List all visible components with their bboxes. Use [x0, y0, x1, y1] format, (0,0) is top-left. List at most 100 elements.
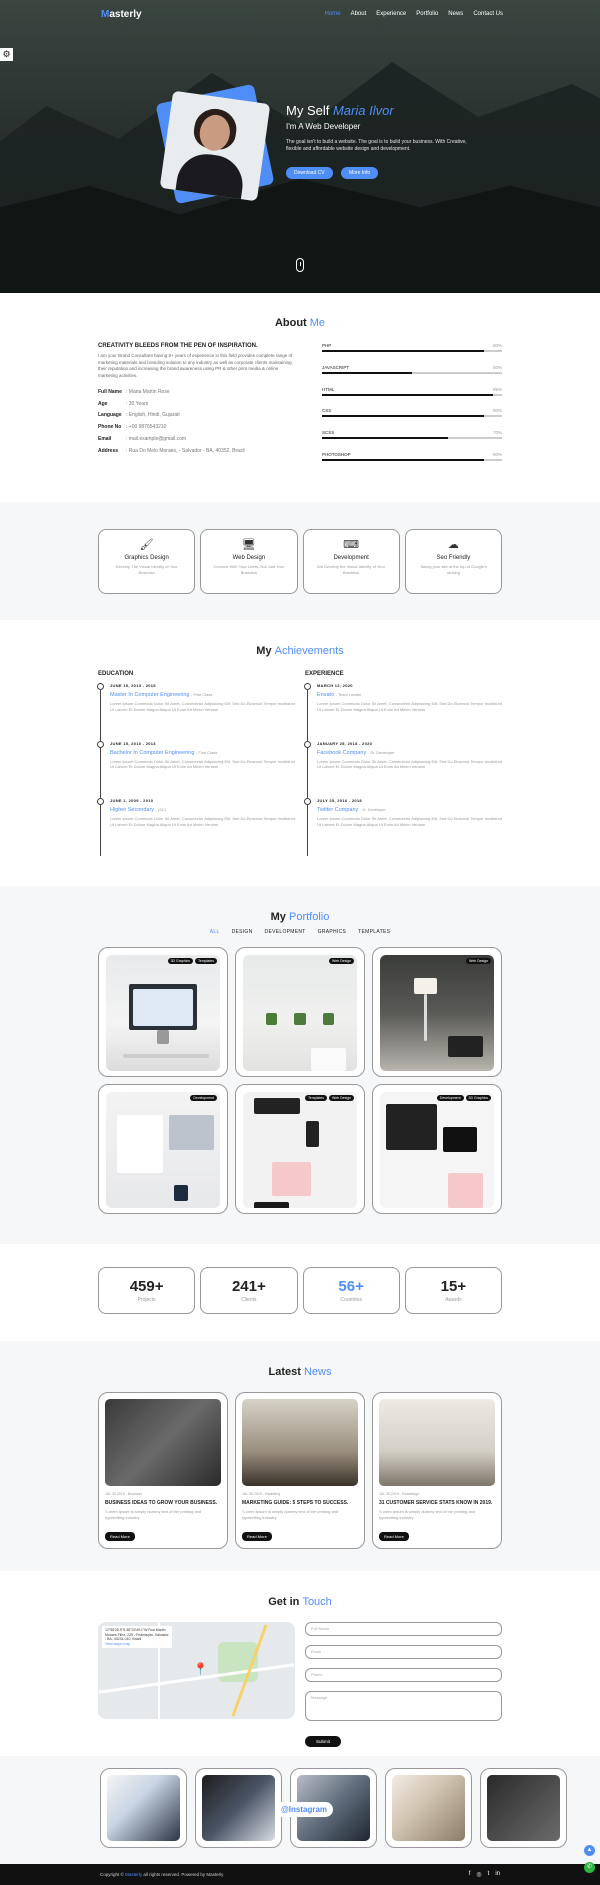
portfolio-card[interactable]: 3D Graphics Templates [98, 947, 228, 1077]
filter-all[interactable]: ALL [210, 929, 220, 935]
full-name-field[interactable]: Full Name [305, 1622, 502, 1636]
portfolio-tag[interactable]: Development [436, 1095, 464, 1101]
image-element [305, 1121, 320, 1147]
phone-field[interactable]: Phone [305, 1668, 502, 1682]
email-field[interactable]: Email [305, 1645, 502, 1659]
skill-name: HTML [322, 386, 335, 392]
seo-friendly-icon: ☁ [447, 539, 459, 551]
timeline-date: JULY 25, 2016 - 2018 [317, 798, 362, 803]
timeline-item: JULY 25, 2016 - 2018 Twitter Company - Jr… [304, 798, 502, 856]
portfolio-tag[interactable]: Web Design [328, 1095, 354, 1101]
news-title[interactable]: 31 CUSTOMER SERVICE STATS KNOW IN 2019. [379, 1500, 495, 1506]
filter-development[interactable]: DEVELOPMENT [265, 929, 306, 935]
nav-portfolio[interactable]: Portfolio [416, 11, 438, 17]
skill-row: PHP 90% [322, 343, 502, 348]
read-more-button[interactable]: Read More [105, 1532, 135, 1541]
filter-graphics[interactable]: GRAPHICS [318, 929, 347, 935]
timeline-title[interactable]: Facebook Company - Sr. Developer [317, 750, 502, 756]
service-description: Taking your site at the top of Google's … [419, 564, 487, 575]
skill-bar-fill [322, 415, 484, 418]
info-key: Phone No [98, 424, 122, 431]
timeline-title[interactable]: Bachelor In Computer Engineering - First… [110, 750, 295, 756]
news-image [379, 1399, 495, 1486]
skill-row: JAVASCRIPT 50% [322, 365, 502, 370]
instagram-post[interactable] [480, 1768, 567, 1848]
linkedin-icon[interactable]: in [495, 1871, 500, 1878]
stat-number: 241+ [231, 1278, 266, 1295]
timeline-description: Lorem Ipsum Commodo Dolor Sit Amet, Cons… [110, 816, 295, 827]
nav-contact[interactable]: Contact Us [473, 11, 503, 17]
portfolio-card[interactable]: Development [98, 1084, 228, 1214]
portfolio-card[interactable]: Development 3D Graphics [372, 1084, 502, 1214]
instagram-post[interactable] [195, 1768, 282, 1848]
timeline-title[interactable]: Master In Computer Engineering - First C… [110, 692, 295, 698]
filter-design[interactable]: DESIGN [232, 929, 253, 935]
more-info-button[interactable]: More Info [341, 167, 379, 179]
read-more-button[interactable]: Read More [379, 1532, 409, 1541]
twitter-icon[interactable]: t [488, 1871, 490, 1878]
submit-button[interactable]: Submit [305, 1736, 342, 1747]
portfolio-tag[interactable]: 3D Graphics [167, 958, 194, 964]
news-card[interactable]: JUL 30,2019 - Knowledge 31 CUSTOMER SERVI… [372, 1392, 502, 1549]
info-row: Phone No: +00 9876543210 [98, 422, 298, 434]
portfolio-tags: Development [190, 1095, 217, 1101]
news-card[interactable]: JUL 30,2019 - Marketing MARKETING GUIDE: … [235, 1392, 365, 1549]
instagram-icon[interactable]: ◎ [476, 1871, 481, 1878]
news-card[interactable]: JUL 30,2019 - Business BUSINESS IDEAS TO … [98, 1392, 228, 1549]
nav-home[interactable]: Home [325, 11, 341, 17]
location-map[interactable]: 12°58'25.9"S 38°29'49.1"W Rua Martin Mor… [98, 1622, 295, 1719]
nav-experience[interactable]: Experience [376, 11, 406, 17]
experience-timeline: MARCH 12, 2020 Envato - Team Leader Lorem … [304, 683, 502, 856]
skill-name: JAVASCRIPT [322, 364, 350, 370]
skill-row: CSS 90% [322, 408, 502, 413]
timeline-title-text: Higher Secondary [110, 807, 155, 813]
news-title[interactable]: BUSINESS IDEAS TO GROW YOUR BUSINESS. [105, 1500, 221, 1506]
timeline-title[interactable]: Envato - Team Leader [317, 692, 502, 698]
skill-bar [322, 437, 502, 440]
settings-gear-icon[interactable]: ⚙ [0, 48, 13, 61]
service-card[interactable]: 🖌 Graphics Design Develop The Visual Ident… [98, 529, 196, 594]
portfolio-tag[interactable]: Templates [305, 1095, 327, 1101]
portfolio-tag[interactable]: Development [190, 1095, 217, 1101]
news-title[interactable]: MARKETING GUIDE: 5 STEPS TO SUCCESS. [242, 1500, 358, 1506]
instagram-label[interactable]: @Instagram [275, 1802, 334, 1817]
hero-subtitle: I'm A Web Developer [286, 122, 361, 131]
portfolio-tag[interactable]: Web Design [465, 958, 491, 964]
stat-card: 56+ Countries [302, 1267, 400, 1314]
portfolio-card[interactable]: Templates Web Design [235, 1084, 365, 1214]
stat-card: 15+ Awards [404, 1267, 502, 1314]
filter-templates[interactable]: TEMPLATES [358, 929, 390, 935]
timeline-item: JUNE 1, 2009 - 2010 Higher Secondary - (S… [97, 798, 295, 856]
info-value: : English, Hindi, Gujarati [126, 412, 180, 419]
service-card[interactable]: ☁ Seo Friendly Taking your site at the top… [404, 529, 502, 594]
skill-name: CSS [322, 408, 332, 414]
whatsapp-icon[interactable]: ✆ [584, 1862, 595, 1873]
stat-card: 459+ Projects [98, 1267, 196, 1314]
image-element [157, 1030, 169, 1045]
stat-label: Clients [241, 1297, 257, 1303]
portfolio-card[interactable]: Web Design [372, 947, 502, 1077]
nav-about[interactable]: About [351, 11, 367, 17]
service-card[interactable]: ⌨ Development We Develop the Visual Identi… [302, 529, 400, 594]
message-field[interactable]: Message [305, 1691, 502, 1721]
portfolio-tag[interactable]: Web Design [328, 958, 354, 964]
timeline-title[interactable]: Twitter Company - Jr. Developer [317, 807, 502, 813]
logo[interactable]: Masterly [101, 9, 142, 20]
skill-percent: 90% [492, 451, 502, 457]
service-card[interactable]: 🖥 Web Design Connect With Your Users, Not … [200, 529, 298, 594]
skill-row: SCSS 70% [322, 430, 502, 435]
portfolio-card[interactable]: Web Design [235, 947, 365, 1077]
instagram-post[interactable] [100, 1768, 187, 1848]
portfolio-tag[interactable]: 3D Graphics [465, 1095, 491, 1101]
news-meta: JUL 30,2019 - Business [105, 1492, 143, 1496]
timeline-title[interactable]: Higher Secondary - (SC) [110, 807, 295, 813]
facebook-icon[interactable]: f [469, 1871, 471, 1878]
scroll-down-icon[interactable] [296, 258, 304, 272]
view-larger-map-link[interactable]: View larger map [105, 1642, 169, 1647]
scroll-to-top-icon[interactable]: ▲ [584, 1845, 595, 1856]
nav-news[interactable]: News [448, 11, 463, 17]
portfolio-tag[interactable]: Templates [195, 958, 217, 964]
read-more-button[interactable]: Read More [242, 1532, 272, 1541]
download-cv-button[interactable]: Download CV [286, 167, 333, 179]
instagram-post[interactable] [385, 1768, 472, 1848]
